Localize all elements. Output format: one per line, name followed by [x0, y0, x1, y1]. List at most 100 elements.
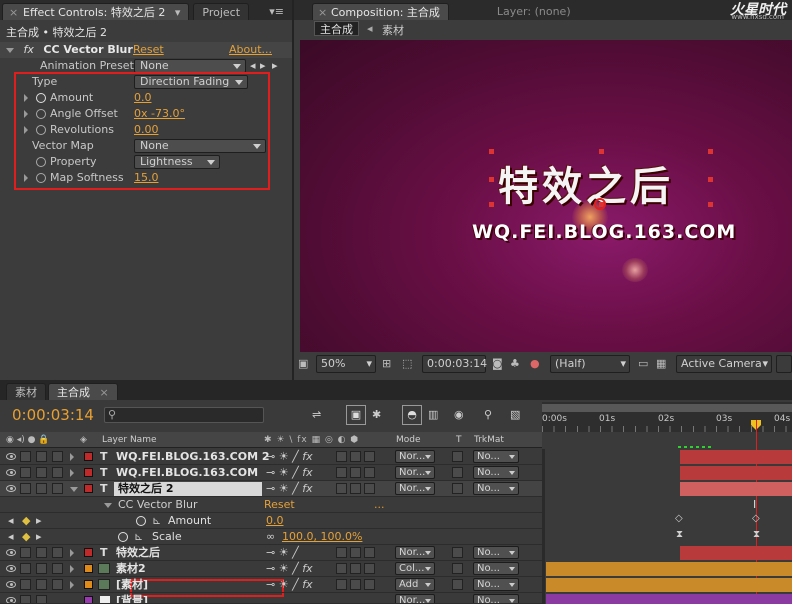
adjustment-switch[interactable] — [364, 579, 375, 590]
url-text-layer[interactable]: WQ.FEI.BLOG.163.COM — [472, 221, 736, 243]
anchor-point-icon[interactable] — [594, 198, 606, 210]
mode-dropdown[interactable]: Col... — [395, 562, 435, 575]
layer-row[interactable]: [素材] ⊸ ☀ ╱ fx Add No... — [0, 577, 542, 593]
keyframe-diamond-icon[interactable]: ◇ — [675, 513, 683, 524]
trkmat-dropdown[interactable]: No... — [473, 562, 519, 575]
lock-switch[interactable] — [36, 579, 47, 590]
solo-switch[interactable] — [20, 467, 31, 478]
layer-row-selected[interactable]: T 特效之后 2 ⊸ ☀ ╱ fx Nor... No... — [0, 481, 542, 497]
brainstorm-icon[interactable]: ⚲ — [484, 408, 492, 421]
hide-shy-icon[interactable]: ◓ — [402, 405, 422, 425]
prev-keyframe-icon[interactable]: ◂ — [8, 529, 14, 545]
frame-blend-switch[interactable] — [336, 483, 347, 494]
eye-icon[interactable] — [6, 469, 16, 476]
time-ruler[interactable]: 0:00s 01s 02s 03s 04s — [542, 402, 792, 448]
label-switch[interactable] — [52, 483, 63, 494]
motion-blur-switch[interactable] — [350, 563, 361, 574]
layer-switch-icons[interactable]: ⊸ ☀ ╱ fx — [266, 561, 313, 577]
layer-switch-icons[interactable]: ⊸ ☀ ╱ fx — [266, 577, 313, 593]
layer-row[interactable]: T WQ.FEI.BLOG.163.COM ⊸ ☀ ╱ fx Nor... No… — [0, 465, 542, 481]
mode-dropdown[interactable]: Add — [395, 578, 435, 591]
solo-switch[interactable] — [20, 483, 31, 494]
tab-project[interactable]: Project — [193, 3, 250, 20]
adjustment-switch[interactable] — [364, 483, 375, 494]
solo-switch[interactable] — [20, 451, 31, 462]
trkmat-dropdown[interactable]: No... — [473, 450, 519, 463]
presets-dropdown[interactable]: None — [134, 59, 246, 73]
next-keyframe-icon[interactable]: ▸ — [36, 513, 42, 529]
adjustment-switch[interactable] — [364, 547, 375, 558]
timeline-timecode[interactable]: 0:00:03:14 — [12, 406, 94, 424]
graph-icon[interactable]: ⊾ — [134, 529, 143, 545]
label-color-icon[interactable] — [84, 596, 93, 603]
tab-composition[interactable]: × Composition: 主合成 — [312, 3, 449, 20]
label-color-icon[interactable] — [84, 452, 93, 461]
solo-switch[interactable] — [20, 563, 31, 574]
panel-menu-icon[interactable]: ▾≡ — [269, 3, 284, 20]
tab-material[interactable]: 素材 — [6, 383, 46, 400]
views-dropdown[interactable] — [776, 355, 792, 373]
adjustment-switch[interactable] — [364, 563, 375, 574]
snapshot-icon[interactable]: ◙ — [492, 357, 503, 370]
comp-viewer[interactable]: 特效之后 WQ.FEI.BLOG.163.COM — [300, 40, 792, 352]
label-color-icon[interactable] — [84, 548, 93, 557]
layer-row[interactable]: 素材2 ⊸ ☀ ╱ fx Col... No... — [0, 561, 542, 577]
frame-blending-icon[interactable]: ▥ — [428, 408, 438, 421]
label-switch[interactable] — [52, 547, 63, 558]
label-color-icon[interactable] — [84, 484, 93, 493]
mode-dropdown[interactable]: Nor... — [395, 482, 435, 495]
layer-duration-bar[interactable] — [546, 578, 792, 592]
trkmat-dropdown[interactable]: No... — [473, 482, 519, 495]
preserve-transparency-switch[interactable] — [452, 563, 463, 574]
eye-icon[interactable] — [6, 485, 16, 492]
keyframe-hourglass-icon[interactable]: ⧗ — [753, 529, 760, 540]
effect-reset-link[interactable]: Reset — [264, 497, 295, 513]
scale-row[interactable]: ◂ ◆ ▸ ⊾ Scale ∞ 100.0, 100.0% — [0, 529, 542, 545]
frame-blend-switch[interactable] — [336, 547, 347, 558]
layer-row[interactable]: T 特效之后 ⊸ ☀ ╱ Nor... No... — [0, 545, 542, 561]
frame-blend-switch[interactable] — [336, 451, 347, 462]
expand-triangle-icon[interactable] — [104, 503, 112, 508]
mode-dropdown[interactable]: Nor... — [395, 546, 435, 559]
frame-blend-switch[interactable] — [336, 467, 347, 478]
amount-track-value[interactable]: 0.0 — [266, 513, 284, 529]
show-snapshot-icon[interactable]: ♣ — [510, 357, 520, 370]
motion-blur-icon[interactable]: ◉ — [454, 408, 464, 421]
keyframe-diamond-icon[interactable]: ◇ — [752, 513, 760, 524]
layer-duration-bar-selected[interactable] — [680, 482, 792, 496]
mode-dropdown[interactable]: Nor... — [395, 594, 435, 603]
layer-switch-icons[interactable]: ⊸ ☀ ╱ fx — [266, 481, 313, 497]
preserve-transparency-switch[interactable] — [452, 579, 463, 590]
preserve-transparency-switch[interactable] — [452, 467, 463, 478]
resolution-dropdown[interactable]: (Half) ▾ — [550, 355, 630, 373]
draft-3d-icon[interactable]: ✱ — [372, 408, 381, 421]
label-switch[interactable] — [52, 467, 63, 478]
preset-menu-icon[interactable]: ▸ — [272, 58, 278, 74]
chevron-down-icon[interactable]: ▾ — [175, 6, 181, 19]
graph-editor-icon[interactable]: ▧ — [510, 408, 520, 421]
lock-switch[interactable] — [36, 547, 47, 558]
next-keyframe-icon[interactable]: ▸ — [36, 529, 42, 545]
keyframe-hourglass-icon[interactable]: ⧗ — [676, 529, 683, 540]
stopwatch-icon[interactable] — [118, 532, 128, 542]
tab-layer[interactable]: Layer: (none) — [489, 3, 579, 20]
trkmat-dropdown[interactable]: No... — [473, 546, 519, 559]
frame-blend-switch[interactable] — [336, 579, 347, 590]
expand-triangle-icon[interactable] — [70, 487, 78, 492]
preserve-transparency-switch[interactable] — [452, 451, 463, 462]
label-switch[interactable] — [52, 579, 63, 590]
search-input[interactable]: ⚲ — [104, 407, 264, 423]
amount-row[interactable]: ◂ ◆ ▸ ⊾ Amount 0.0 — [0, 513, 542, 529]
trkmat-dropdown[interactable]: No... — [473, 466, 519, 479]
layer-duration-bar[interactable] — [546, 594, 792, 604]
motion-blur-switch[interactable] — [350, 547, 361, 558]
add-keyframe-icon[interactable]: ◆ — [22, 529, 30, 545]
reset-link[interactable]: Reset — [133, 42, 164, 58]
layer-switch-icons[interactable]: ⊸ ☀ ╱ — [266, 545, 299, 561]
tab-close-icon[interactable]: × — [318, 4, 327, 21]
eye-icon[interactable] — [6, 581, 16, 588]
layer-switch-icons[interactable]: ⊸ ☀ ╱ fx — [266, 449, 313, 465]
label-color-icon[interactable] — [84, 580, 93, 589]
motion-blur-switch[interactable] — [350, 451, 361, 462]
subtab-material[interactable]: 素材 — [382, 22, 404, 38]
